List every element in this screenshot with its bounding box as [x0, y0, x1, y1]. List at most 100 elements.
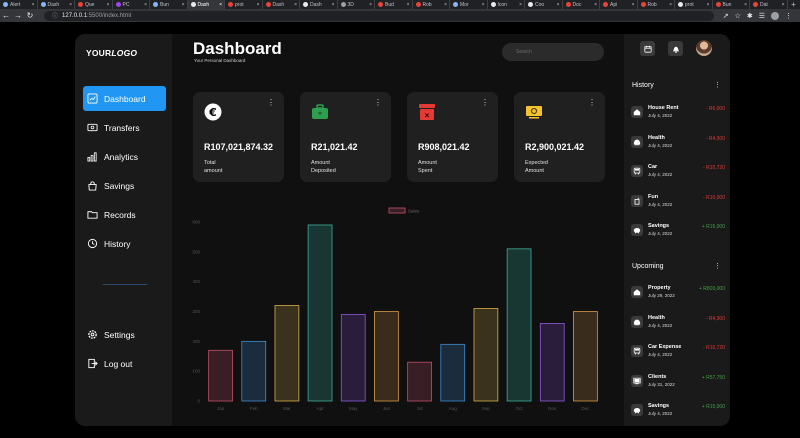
tab-close-icon[interactable]: × [482, 2, 485, 8]
bar[interactable] [440, 343, 466, 402]
browser-tab[interactable]: Dash × [187, 0, 225, 9]
card-more-icon[interactable]: ⋮ [267, 98, 275, 107]
car-icon [631, 165, 643, 177]
bar[interactable] [307, 224, 333, 402]
browser-tab[interactable]: Doc × [563, 0, 600, 9]
sidebar-item-transfers[interactable]: Transfers [83, 115, 166, 140]
transaction-row[interactable]: Car Expense July 4, 2022 - R10,720 [630, 341, 725, 363]
browser-tab[interactable]: Bun × [713, 0, 750, 9]
transaction-row[interactable]: Health July 4, 2022 - R4,300 [630, 312, 725, 334]
sidebar-divider [103, 284, 147, 285]
transaction-row[interactable]: Health July 4, 2022 - R4,300 [630, 132, 725, 154]
sidebar-item-history[interactable]: History [83, 231, 166, 256]
search-input[interactable] [502, 43, 604, 61]
transaction-row[interactable]: Car July 4, 2022 - R10,720 [630, 161, 725, 183]
tab-close-icon[interactable]: × [69, 2, 72, 8]
transaction-row[interactable]: Property July 29, 2022 + R803,000 [630, 282, 725, 304]
forward-icon[interactable]: → [12, 11, 24, 20]
reading-list-icon[interactable]: ☰ [759, 12, 765, 20]
bar[interactable] [473, 308, 499, 402]
card-more-icon[interactable]: ⋮ [588, 98, 596, 107]
tab-close-icon[interactable]: × [369, 2, 372, 8]
browser-tab[interactable]: Dat × [750, 0, 788, 9]
bar[interactable] [340, 314, 366, 402]
transaction-row[interactable]: Savings July 4, 2022 + R15,000 [630, 220, 725, 242]
browser-tab[interactable]: Icon × [488, 0, 525, 9]
transaction-amount: - R10,720 [703, 165, 725, 171]
back-icon[interactable]: ← [0, 11, 12, 20]
upcoming-more-icon[interactable]: ⋮ [714, 262, 721, 270]
bar[interactable] [573, 311, 598, 402]
tab-close-icon[interactable]: × [332, 2, 335, 8]
browser-tab[interactable]: 3D × [338, 0, 375, 9]
tab-close-icon[interactable]: × [744, 2, 747, 8]
notifications-button[interactable] [668, 41, 683, 56]
briefcase-icon [311, 103, 329, 121]
card-more-icon[interactable]: ⋮ [481, 98, 489, 107]
tab-close-icon[interactable]: × [519, 2, 522, 8]
browser-tab[interactable]: Mor × [450, 0, 488, 9]
calendar-button[interactable] [640, 41, 655, 56]
sidebar-item-log-out[interactable]: Log out [83, 351, 166, 376]
transaction-row[interactable]: Clients July 31, 2022 + R57,750 [630, 371, 725, 393]
browser-tab-strip: Alert × Dash × Que × PC × Bun × Dash × prot × Dash × Das… [0, 0, 800, 9]
browser-tab[interactable]: prot × [225, 0, 263, 9]
reload-icon[interactable]: ↻ [24, 11, 36, 20]
tab-close-icon[interactable]: × [669, 2, 672, 8]
browser-tab[interactable]: Dash × [300, 0, 338, 9]
tab-close-icon[interactable]: × [294, 2, 297, 8]
tab-close-icon[interactable]: × [557, 2, 560, 8]
bar[interactable] [407, 361, 432, 402]
bar[interactable] [208, 349, 233, 402]
profile-avatar-icon[interactable] [771, 11, 779, 20]
transaction-row[interactable]: Fun July 4, 2022 - R10,000 [630, 191, 725, 213]
tab-close-icon[interactable]: × [257, 2, 260, 8]
tab-close-icon[interactable]: × [707, 2, 710, 8]
sidebar-item-records[interactable]: Records [83, 202, 166, 227]
browser-tab[interactable]: Alert × [0, 0, 38, 9]
bookmark-star-icon[interactable]: ☆ [735, 12, 741, 20]
tab-close-icon[interactable]: × [407, 2, 410, 8]
browser-tab[interactable]: Coo × [525, 0, 563, 9]
sidebar-item-settings[interactable]: Settings [83, 322, 166, 347]
extensions-icon[interactable]: ✱ [747, 12, 753, 20]
tab-close-icon[interactable]: × [594, 2, 597, 8]
transaction-row[interactable]: House Rent July 4, 2022 - R6,000 [630, 102, 725, 124]
browser-tab[interactable]: Bun × [150, 0, 188, 9]
browser-tab[interactable]: PC × [113, 0, 150, 9]
tab-close-icon[interactable]: × [144, 2, 147, 8]
tab-close-icon[interactable]: × [632, 2, 635, 8]
browser-tab[interactable]: Rob × [413, 0, 450, 9]
card-more-icon[interactable]: ⋮ [374, 98, 382, 107]
history-more-icon[interactable]: ⋮ [714, 81, 721, 89]
transaction-name: Clients [648, 373, 667, 380]
tab-close-icon[interactable]: × [32, 2, 35, 8]
transaction-row[interactable]: Savings July 4, 2022 + R15,000 [630, 400, 725, 422]
bar[interactable] [274, 305, 300, 402]
browser-tab[interactable]: Dash × [38, 0, 75, 9]
browser-tab[interactable]: Bud × [375, 0, 413, 9]
sidebar-item-dashboard[interactable]: Dashboard [83, 86, 166, 111]
tab-close-icon[interactable]: × [782, 2, 785, 8]
browser-tab[interactable]: Que × [75, 0, 113, 9]
bar[interactable] [374, 311, 399, 402]
health-icon [631, 315, 643, 328]
sidebar-item-savings[interactable]: Savings [83, 173, 166, 198]
tab-close-icon[interactable]: × [107, 2, 110, 8]
browser-tab[interactable]: Dash × [263, 0, 300, 9]
address-bar[interactable]: ⓘ 127.0.0.1:5500/index.html [44, 10, 714, 21]
new-tab-icon[interactable]: + [788, 0, 800, 9]
browser-tab[interactable]: prot × [675, 0, 713, 9]
tab-close-icon[interactable]: × [444, 2, 447, 8]
bar[interactable] [241, 340, 267, 402]
browser-tab[interactable]: Api × [600, 0, 638, 9]
browser-tab[interactable]: Rob × [638, 0, 675, 9]
tab-close-icon[interactable]: × [219, 2, 222, 8]
sidebar-item-analytics[interactable]: Analytics [83, 144, 166, 169]
browser-menu-icon[interactable]: ⋮ [785, 12, 792, 20]
bar[interactable] [506, 248, 532, 402]
bar[interactable] [539, 323, 565, 402]
share-icon[interactable]: ↗ [723, 12, 729, 20]
user-avatar[interactable] [696, 40, 712, 56]
tab-close-icon[interactable]: × [182, 2, 185, 8]
